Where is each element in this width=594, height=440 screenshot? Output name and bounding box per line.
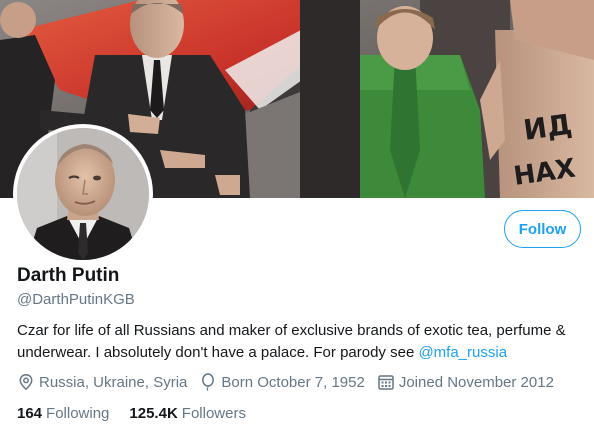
avatar-frame[interactable] — [13, 124, 153, 264]
birthday: Born October 7, 1952 — [199, 373, 365, 391]
display-name: Darth Putin — [17, 265, 120, 286]
user-handle: @DarthPutinKGB — [17, 291, 135, 308]
followers-count: 125.4K — [129, 405, 178, 422]
followers-stat[interactable]: 125.4K Followers — [129, 405, 246, 422]
follow-button[interactable]: Follow — [504, 210, 581, 248]
balloon-icon — [202, 373, 215, 391]
profile-meta: Russia, Ukraine, Syria Born October 7, 1… — [17, 372, 566, 392]
joined-text: Joined November 2012 — [398, 373, 554, 391]
calendar-icon — [378, 375, 394, 390]
location-pin-icon — [19, 374, 33, 391]
avatar[interactable] — [17, 128, 149, 260]
location: Russia, Ukraine, Syria — [17, 373, 187, 391]
birthday-text: Born October 7, 1952 — [221, 373, 365, 391]
banner-protest-text-1: ИД — [521, 108, 573, 147]
profile-header: ИД НАХ Follow Darth Putin @DarthPutinKGB… — [0, 0, 594, 440]
follow-stats: 164 Following 125.4K Followers — [17, 405, 266, 422]
followers-label: Followers — [181, 405, 246, 422]
following-count: 164 — [17, 405, 43, 422]
following-stat[interactable]: 164 Following — [17, 405, 109, 422]
following-label: Following — [46, 405, 110, 422]
bio: Czar for life of all Russians and maker … — [17, 320, 582, 364]
joined-date: Joined November 2012 — [377, 373, 554, 391]
location-text: Russia, Ukraine, Syria — [39, 373, 188, 391]
bio-mention-link[interactable]: @mfa_russia — [418, 344, 507, 361]
avatar-photo — [17, 128, 149, 260]
